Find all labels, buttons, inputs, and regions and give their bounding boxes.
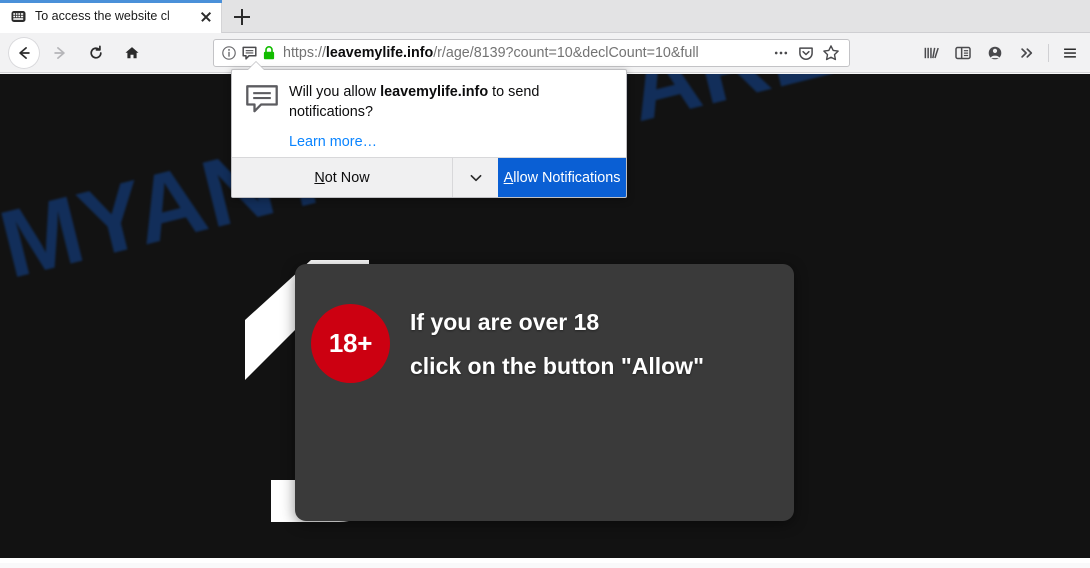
- library-icon[interactable]: [915, 37, 947, 69]
- learn-more-link[interactable]: Learn more…: [289, 134, 612, 150]
- age-badge: 18+: [311, 304, 390, 383]
- url-scheme: https://: [283, 45, 326, 61]
- identity-info-icon[interactable]: [221, 45, 237, 61]
- star-icon[interactable]: [819, 41, 843, 65]
- not-now-accel: N: [314, 169, 325, 186]
- not-now-button[interactable]: Not Now: [232, 158, 453, 197]
- page-bottom-strip: [0, 558, 1090, 563]
- popup-actions: Not Now Allow Notifications: [232, 157, 626, 197]
- url-host: leavemylife.info: [325, 45, 434, 61]
- sidebar-icon[interactable]: [947, 37, 979, 69]
- home-icon[interactable]: [116, 37, 148, 69]
- permission-message-host: leavemylife.info: [380, 84, 489, 100]
- tab-strip: To access the website cl: [0, 0, 1090, 33]
- keyboard-icon: [10, 8, 27, 25]
- tab-title: To access the website cl: [35, 9, 170, 23]
- url-bar[interactable]: https://leavemylife.info/r/age/8139?coun…: [213, 39, 850, 67]
- age-gate-line-1: If you are over 18: [410, 309, 600, 335]
- permission-message: Will you allow leavemylife.info to send …: [289, 82, 612, 122]
- notification-bubble-icon[interactable]: [241, 45, 258, 62]
- url-text: https://leavemylife.info/r/age/8139?coun…: [283, 40, 768, 66]
- forward-arrow-icon: [44, 37, 76, 69]
- ellipsis-icon[interactable]: [769, 41, 793, 65]
- age-gate-message: If you are over 18 click on the button "…: [410, 300, 704, 388]
- back-arrow-icon[interactable]: [8, 36, 40, 69]
- url-path: /r/age/8139?count=10&declCount=10&full: [433, 45, 699, 61]
- popup-arrow: [248, 62, 264, 70]
- chevron-down-icon[interactable]: [453, 158, 498, 197]
- hamburger-menu-icon[interactable]: [1054, 37, 1086, 69]
- pocket-icon[interactable]: [794, 41, 818, 65]
- allow-accel: A: [503, 169, 514, 186]
- browser-window: To access the website cl https://leavemy…: [0, 0, 1090, 568]
- account-icon[interactable]: [979, 37, 1011, 69]
- allow-notifications-button[interactable]: Allow Notifications: [498, 158, 626, 197]
- age-gate-line-2: click on the button "Allow": [410, 353, 704, 379]
- reload-icon[interactable]: [80, 37, 112, 69]
- permission-message-prefix: Will you allow: [289, 84, 381, 100]
- notification-permission-popup: Will you allow leavemylife.info to send …: [231, 69, 627, 198]
- popup-text-column: Will you allow leavemylife.info to send …: [289, 82, 612, 150]
- allow-label: llow Notifications: [513, 169, 621, 186]
- browser-tab[interactable]: To access the website cl: [0, 0, 222, 33]
- age-gate-card: 18+ If you are over 18 click on the butt…: [295, 264, 794, 521]
- notification-bubble-icon: [245, 82, 279, 150]
- padlock-icon[interactable]: [262, 45, 276, 61]
- close-icon[interactable]: [195, 6, 217, 28]
- toolbar-divider: [1048, 44, 1049, 62]
- chevron-double-right-icon[interactable]: [1011, 37, 1043, 69]
- popup-body: Will you allow leavemylife.info to send …: [232, 70, 626, 150]
- not-now-label: ot Now: [324, 169, 370, 186]
- toolbar-right-group: [915, 37, 1086, 69]
- new-tab-button[interactable]: [228, 3, 256, 31]
